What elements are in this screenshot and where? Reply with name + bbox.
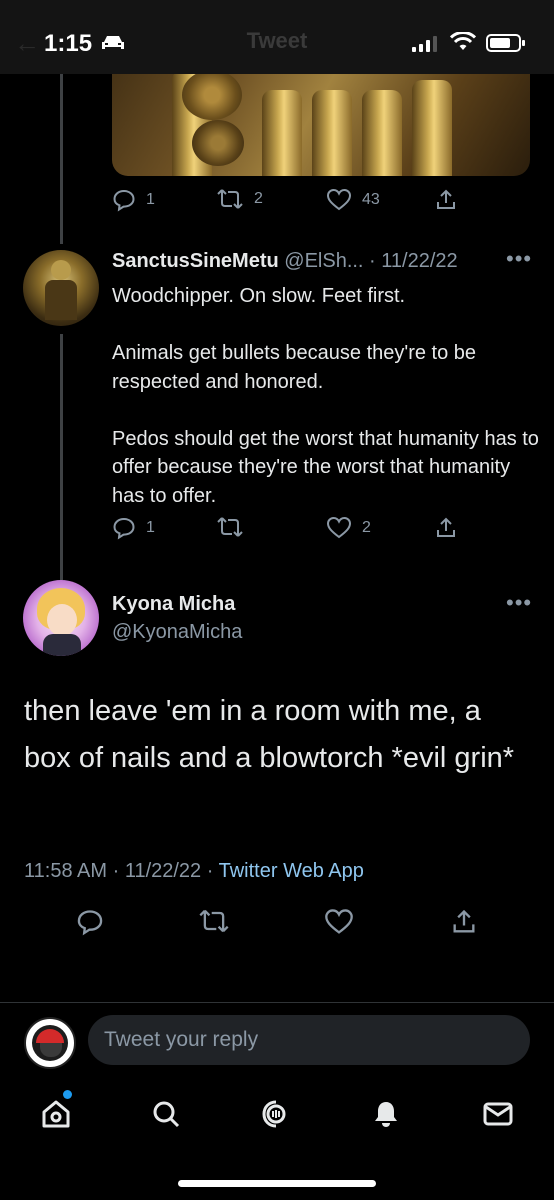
car-icon — [102, 36, 124, 49]
tweet-date: 11/22/22 — [381, 250, 458, 272]
reply-tweet-text: Woodchipper. On slow. Feet first. Animal… — [112, 282, 542, 539]
home-notification-dot — [63, 1090, 72, 1099]
reply-button[interactable] — [76, 908, 104, 941]
like-icon — [326, 516, 352, 539]
thread-line — [60, 74, 63, 244]
share-icon — [453, 909, 475, 933]
status-bar: ← Tweet 1:15 — [0, 0, 554, 74]
spaces-icon — [262, 1100, 286, 1128]
like-icon — [325, 909, 353, 934]
previous-tweet-actions: 1 2 43 — [112, 188, 462, 218]
tweet-paragraph: Woodchipper. On slow. Feet first. — [112, 285, 406, 307]
tweet-meta: 11:58 AM · 11/22/22 · Twitter Web App — [24, 860, 364, 883]
tab-messages[interactable] — [482, 1098, 514, 1135]
share-action[interactable] — [434, 188, 458, 212]
display-name[interactable]: SanctusSineMetu — [112, 250, 279, 272]
reply-count: 1 — [146, 191, 155, 208]
tweet-paragraph: Animals get bullets because they're to b… — [112, 342, 477, 393]
reply-input[interactable]: Tweet your reply — [88, 1015, 530, 1065]
like-action[interactable]: 2 — [326, 516, 371, 540]
separator: · — [107, 860, 125, 882]
retweet-icon — [199, 909, 229, 933]
retweet-count: 2 — [254, 190, 263, 207]
handle[interactable]: @KyonaMicha — [112, 621, 242, 644]
retweet-action[interactable]: 2 — [216, 188, 263, 210]
main-tweet-text: then leave 'em in a room with me, a box … — [24, 695, 515, 774]
tweet-paragraph: Pedos should get the worst that humanity… — [112, 427, 539, 507]
like-action[interactable]: 43 — [326, 188, 380, 212]
reply-tweet-header: SanctusSineMetu @ElSh... · 11/22/22 — [112, 250, 458, 273]
divider — [0, 1002, 554, 1003]
tab-bar — [0, 1088, 554, 1142]
separator: · — [369, 250, 376, 272]
tab-spaces[interactable] — [260, 1098, 292, 1135]
home-indicator[interactable] — [178, 1180, 376, 1187]
share-icon — [437, 189, 455, 209]
handle[interactable]: @ElSh... — [284, 250, 363, 272]
reply-icon — [113, 517, 135, 540]
share-icon — [437, 517, 455, 537]
reply-icon — [113, 189, 135, 212]
search-icon — [153, 1101, 180, 1128]
like-button[interactable] — [324, 908, 354, 941]
avatar[interactable] — [23, 580, 99, 656]
display-name[interactable]: Kyona Micha — [112, 593, 235, 616]
tab-home[interactable] — [40, 1098, 72, 1135]
signal-icon — [412, 36, 437, 52]
tab-search[interactable] — [150, 1098, 182, 1135]
battery-icon — [486, 34, 525, 52]
like-count: 43 — [362, 191, 380, 208]
status-time: 1:15 — [44, 30, 93, 57]
tweet-date: 11/22/22 — [124, 860, 202, 882]
thread-line — [60, 334, 63, 580]
wifi-icon — [450, 32, 476, 50]
reply-count: 1 — [146, 519, 155, 536]
retweet-icon — [217, 517, 243, 537]
home-icon — [42, 1100, 70, 1128]
main-tweet-actions — [0, 908, 554, 944]
notifications-icon — [375, 1102, 397, 1127]
like-icon — [326, 188, 352, 211]
like-count: 2 — [362, 519, 371, 536]
messages-icon — [483, 1102, 513, 1126]
share-action[interactable] — [434, 516, 458, 540]
reply-icon — [77, 910, 103, 936]
tab-notifications[interactable] — [370, 1098, 402, 1135]
separator: · — [201, 860, 219, 882]
share-button[interactable] — [450, 908, 478, 941]
tweet-time: 11:58 AM — [24, 860, 108, 882]
avatar[interactable] — [23, 250, 99, 326]
avatar[interactable] — [24, 1017, 76, 1069]
retweet-action[interactable] — [216, 516, 254, 538]
reply-tweet-actions: 1 2 — [112, 516, 462, 546]
more-icon[interactable]: ••• — [506, 590, 532, 616]
retweet-button[interactable] — [198, 908, 230, 939]
retweet-icon — [217, 189, 243, 209]
reply-action[interactable]: 1 — [112, 188, 155, 212]
reply-action[interactable]: 1 — [112, 516, 155, 540]
tweet-source-link[interactable]: Twitter Web App — [219, 860, 364, 882]
more-icon[interactable]: ••• — [506, 246, 532, 272]
